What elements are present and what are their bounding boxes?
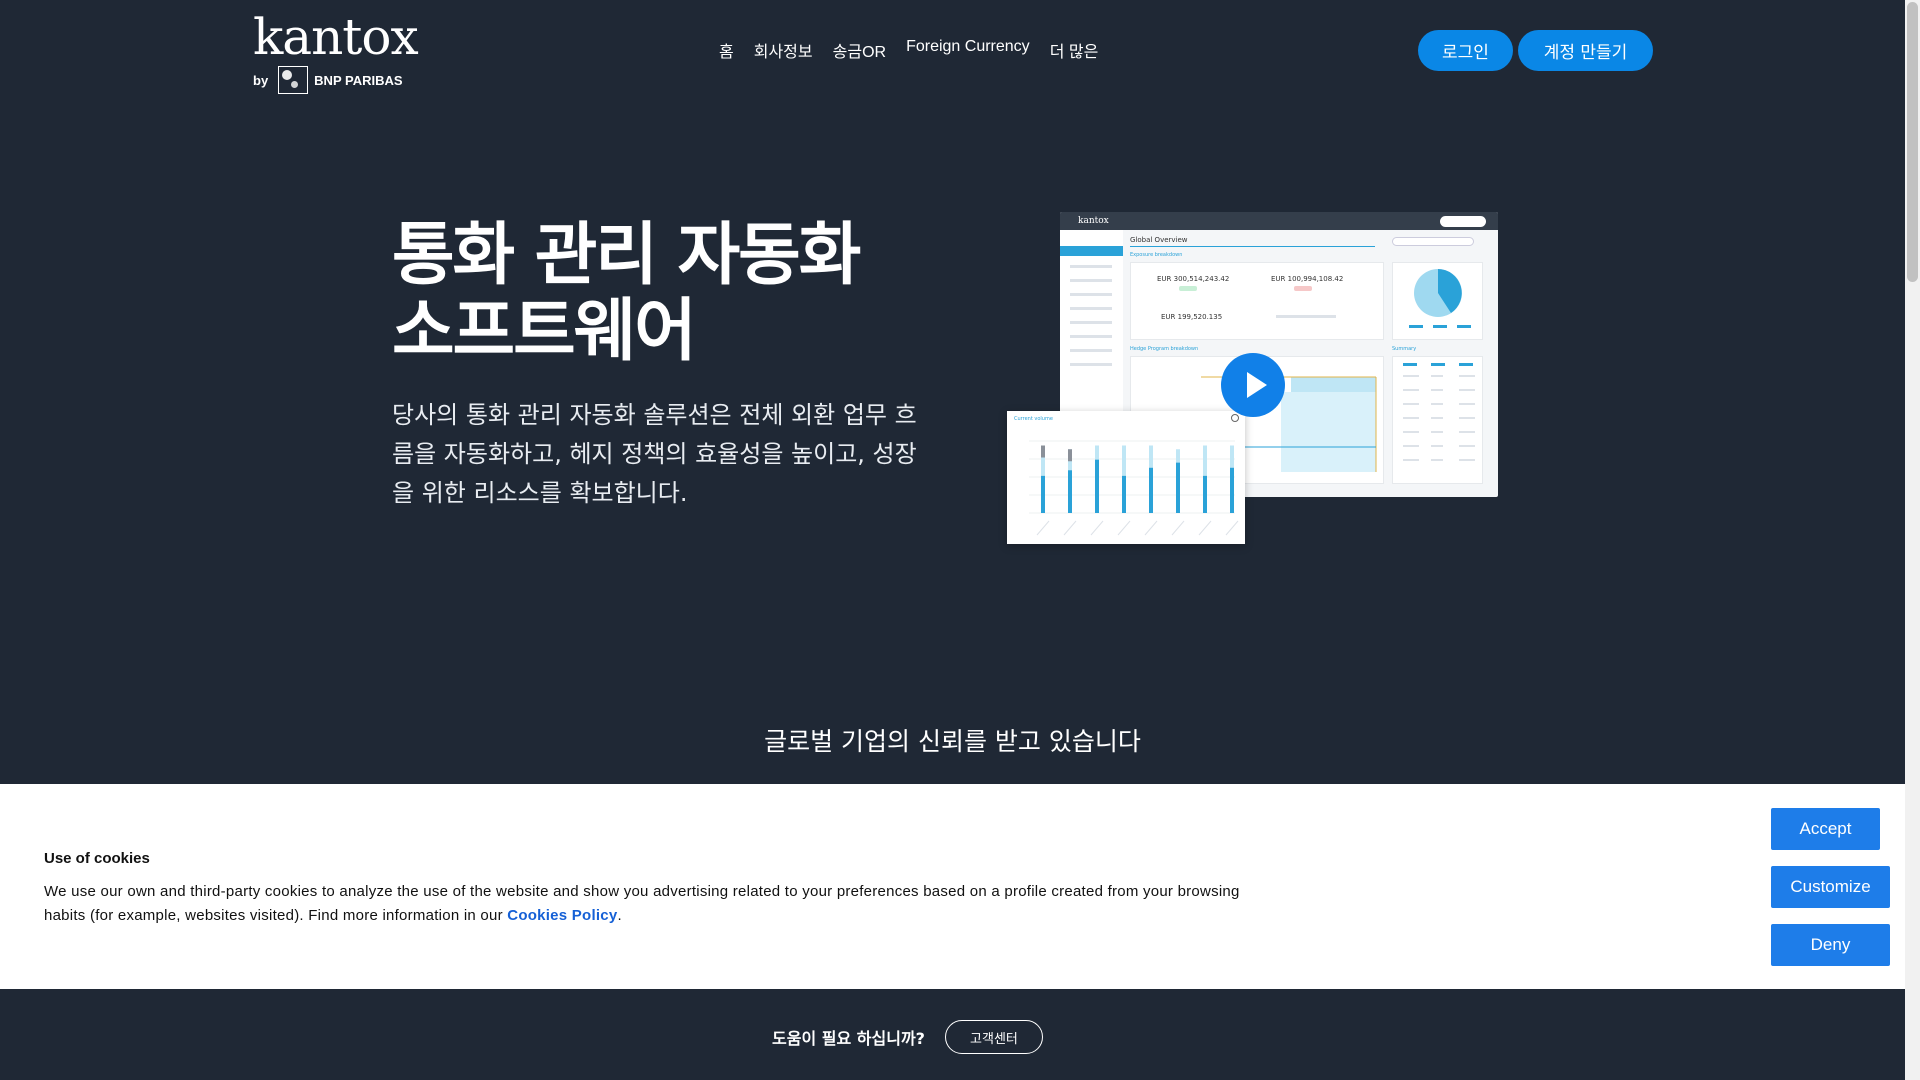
volume-x-tick — [1198, 520, 1212, 536]
dashboard-summary-label: Summary — [1392, 346, 1417, 352]
volume-chart-card: Current volume — [1007, 411, 1245, 544]
dashboard-summary-card — [1392, 356, 1483, 484]
help-bar: 도움이 필요 하십니까? 고객센터 — [0, 1020, 1905, 1054]
dashboard-amount-3: EUR 199,520.135 — [1161, 313, 1223, 321]
dashboard-brand: kantox — [1078, 216, 1109, 226]
cookie-body: We use our own and third-party cookies t… — [44, 883, 1240, 924]
cookies-policy-link[interactable]: Cookies Policy — [507, 907, 617, 924]
volume-x-tick — [1144, 520, 1158, 536]
nav-item-more[interactable]: 더 많은 — [1050, 38, 1099, 62]
logo-by-text: by — [253, 72, 269, 88]
dashboard-exposure-label: Exposure breakdown — [1130, 252, 1183, 258]
volume-bar-top — [1041, 445, 1045, 458]
cookie-banner: Use of cookies We use our own and third-… — [0, 784, 1905, 989]
dashboard-panel-title: Global Overview — [1130, 236, 1188, 244]
logo-byline: by BNP PARIBAS — [253, 66, 403, 94]
dashboard-amount-1: EUR 300,514,243.42 — [1157, 275, 1230, 283]
accept-button[interactable]: Accept — [1771, 808, 1880, 850]
volume-bar — [1041, 475, 1045, 513]
volume-x-tick — [1090, 520, 1104, 536]
kantox-logo[interactable]: kantox by BNP PARIBAS — [253, 8, 419, 94]
cookie-text: We use our own and third-party cookies t… — [44, 880, 1284, 928]
login-button[interactable]: 로그인 — [1418, 30, 1513, 71]
hero-title-line2: 소프트웨어 — [392, 292, 697, 371]
volume-x-tick — [1225, 520, 1239, 536]
help-text: 도움이 필요 하십니까? — [772, 1029, 925, 1048]
play-video-button[interactable] — [1221, 353, 1285, 417]
info-icon — [1231, 414, 1239, 422]
logo-wordmark: kantox — [253, 8, 419, 66]
volume-x-tick — [1117, 520, 1131, 536]
dashboard-exposure-card: EUR 300,514,243.42 EUR 100,994,108.42 EU… — [1130, 262, 1384, 340]
nav-item-transfer[interactable]: 송금OR — [833, 38, 886, 62]
dashboard-hedge-label: Hedge Program breakdown — [1130, 346, 1199, 352]
customer-center-button[interactable]: 고객센터 — [944, 1020, 1043, 1054]
dashboard-amount-2: EUR 100,994,108.42 — [1271, 275, 1344, 283]
nav-item-foreign-currency[interactable]: Foreign Currency — [906, 38, 1030, 62]
volume-bar — [1068, 470, 1072, 513]
volume-bar — [1203, 475, 1207, 513]
dashboard-summary-table — [1403, 363, 1475, 461]
signup-button[interactable]: 계정 만들기 — [1518, 30, 1653, 71]
hero-subtitle: 당사의 통화 관리 자동화 솔루션은 전체 외환 업무 흐름을 자동화하고, 헤… — [392, 401, 917, 507]
dashboard-topbar: kantox — [1060, 212, 1498, 230]
volume-x-tick — [1171, 520, 1185, 536]
cookie-title: Use of cookies — [44, 850, 150, 867]
cookie-period: . — [617, 907, 622, 924]
volume-bar-top — [1068, 449, 1072, 462]
deny-button[interactable]: Deny — [1771, 924, 1890, 966]
volume-bar — [1095, 459, 1099, 513]
volume-bar — [1149, 467, 1153, 513]
nav-item-home[interactable]: 홈 — [719, 38, 734, 62]
nav-item-company[interactable]: 회사정보 — [754, 38, 813, 62]
hero-title-line1: 통화 관리 자동화 — [392, 216, 861, 295]
volume-bar-chart — [1029, 440, 1239, 536]
main-nav: 홈 회사정보 송금OR Foreign Currency 더 많은 — [719, 38, 1098, 62]
volume-bar — [1176, 462, 1180, 513]
logo-partner-text: BNP PARIBAS — [314, 72, 403, 88]
site-header: kantox by BNP PARIBAS 홈 회사정보 송금OR Foreig… — [0, 0, 1905, 100]
bnp-paribas-icon — [278, 66, 309, 94]
volume-bar — [1122, 475, 1126, 513]
trusted-heading: 글로벌 기업의 신뢰를 받고 있습니다 — [764, 727, 1141, 756]
volume-bar — [1230, 467, 1234, 513]
volume-x-tick — [1036, 520, 1050, 536]
dashboard-user-pill — [1440, 216, 1486, 227]
dashboard-pie-card — [1392, 262, 1483, 340]
customize-button[interactable]: Customize — [1771, 866, 1890, 908]
dashboard-sidebar-active — [1060, 246, 1123, 256]
hero-title: 통화 관리 자동화 소프트웨어 — [392, 218, 952, 370]
volume-chart-title: Current volume — [1014, 416, 1053, 422]
scrollbar-thumb[interactable] — [1907, 2, 1918, 282]
dashboard-pie-chart — [1409, 269, 1471, 328]
volume-x-tick — [1063, 520, 1077, 536]
page-scrollbar[interactable] — [1905, 0, 1920, 1080]
